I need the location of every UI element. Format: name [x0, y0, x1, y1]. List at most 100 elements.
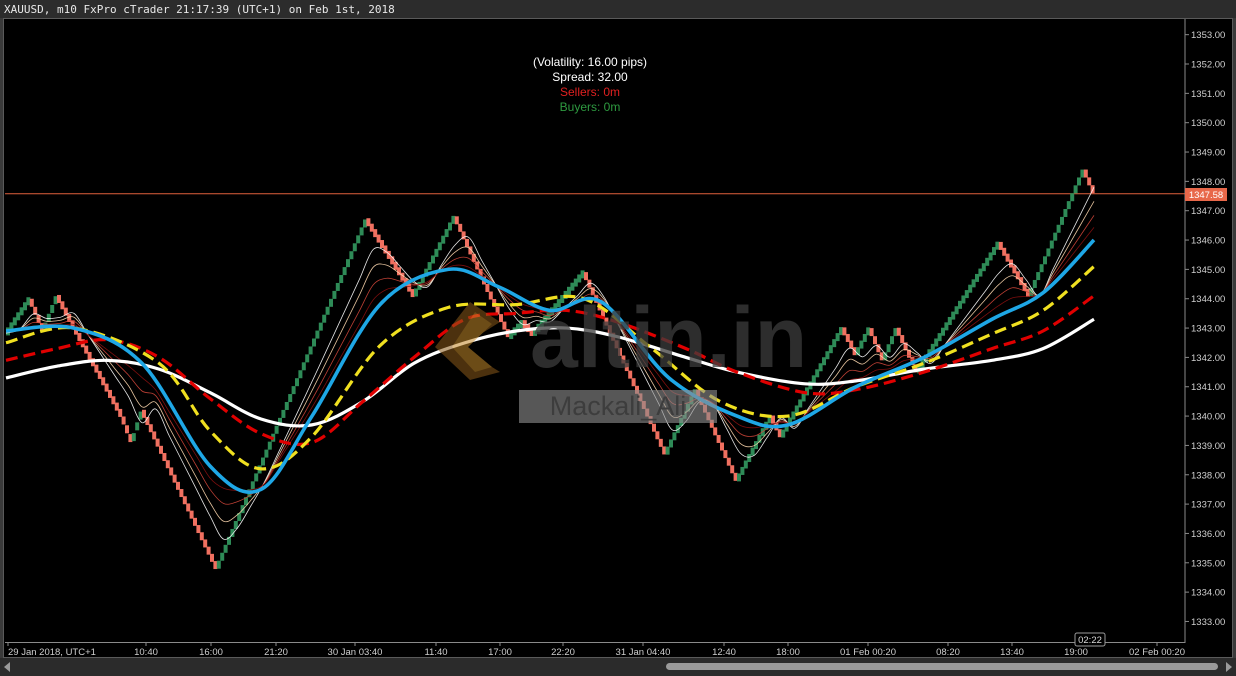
renko-brick: [305, 354, 310, 363]
price-tick-label: 1347.00: [1191, 206, 1225, 217]
price-tick-label: 1353.00: [1191, 30, 1225, 41]
renko-brick: [240, 505, 245, 514]
renko-brick: [332, 290, 337, 299]
price-tick-label: 1341.00: [1191, 382, 1225, 393]
renko-brick: [172, 474, 177, 483]
renko-brick: [1043, 256, 1047, 265]
renko-brick: [322, 314, 327, 323]
renko-brick: [900, 335, 905, 344]
renko-brick: [1056, 224, 1061, 233]
price-tick-label: 1337.00: [1191, 500, 1225, 511]
renko-brick: [274, 425, 279, 434]
renko-brick: [1032, 279, 1037, 288]
renko-brick: [349, 251, 354, 260]
price-tick-label: 1338.00: [1191, 470, 1225, 481]
time-tick-label: 17:00: [488, 647, 512, 657]
renko-brick: [1046, 248, 1051, 257]
chart-title-bar: XAUUSD, m10 FxPro cTrader 21:17:39 (UTC+…: [0, 0, 1236, 18]
watermark-logo-icon: [435, 302, 500, 380]
chart-title: XAUUSD, m10 FxPro cTrader 21:17:39 (UTC+…: [4, 3, 395, 16]
watermark-logo-text: altin.in: [530, 292, 807, 382]
renko-brick: [159, 445, 163, 454]
price-tick-label: 1336.00: [1191, 529, 1225, 540]
renko-brick: [713, 427, 718, 436]
renko-brick: [342, 267, 347, 276]
renko-brick: [730, 465, 735, 474]
renko-brick: [1053, 232, 1058, 241]
renko-brick: [726, 457, 731, 466]
price-tick-label: 1334.00: [1191, 588, 1225, 599]
renko-brick: [210, 553, 214, 562]
time-ticks: 29 Jan 2018, UTC+1 10:40 16:00 21:20 30 Jan …: [7, 642, 1185, 657]
renko-brick: [169, 467, 174, 476]
renko-brick: [1073, 185, 1078, 194]
renko-brick: [298, 370, 303, 379]
renko-brick: [1060, 216, 1064, 225]
renko-brick: [1070, 193, 1075, 202]
renko-brick: [1063, 208, 1068, 217]
renko-brick: [206, 546, 211, 555]
spread-text: Spread: 32.00: [552, 70, 628, 84]
time-tick-label: 13:40: [1000, 647, 1024, 657]
renko-brick: [1066, 201, 1071, 210]
renko-brick: [220, 552, 225, 561]
renko-brick: [223, 544, 228, 553]
renko-brick: [655, 431, 660, 440]
renko-brick: [148, 424, 153, 433]
renko-brick: [716, 434, 721, 443]
renko-brick: [873, 336, 877, 345]
renko-brick: [176, 481, 180, 490]
renko-brick: [193, 517, 197, 526]
renko-brick: [720, 442, 724, 451]
price-tick-label: 1342.00: [1191, 353, 1225, 364]
renko-brick: [284, 401, 289, 410]
scroll-left-arrow-icon[interactable]: [4, 662, 10, 672]
renko-brick: [288, 394, 293, 403]
horizontal-scrollbar[interactable]: [0, 658, 1236, 676]
time-tick-label: 31 Jan 04:40: [616, 647, 671, 657]
renko-brick: [312, 338, 316, 347]
renko-brick: [165, 460, 170, 469]
time-tick-label: 01 Feb 00:20: [840, 647, 896, 657]
renko-brick: [665, 446, 670, 455]
current-price-label: 1347.58: [1185, 188, 1227, 201]
renko-brick: [658, 438, 663, 447]
watermark-username: Mackali_Ali: [519, 390, 717, 423]
time-tick-label: 29 Jan 2018, UTC+1: [8, 647, 96, 657]
renko-brick: [485, 283, 490, 292]
renko-brick: [179, 489, 184, 498]
renko-brick: [125, 425, 129, 434]
renko-brick: [669, 439, 673, 448]
renko-brick: [291, 386, 296, 395]
time-tick-label: 21:20: [264, 647, 288, 657]
watermark-logo: altin.in: [435, 292, 807, 382]
renko-brick: [886, 344, 891, 353]
renko-brick: [250, 481, 255, 490]
renko-brick: [203, 539, 208, 548]
price-tick-label: 1346.00: [1191, 236, 1225, 247]
renko-brick: [652, 423, 656, 432]
scrollbar-thumb[interactable]: [666, 663, 1218, 670]
renko-brick: [308, 346, 313, 355]
renko-brick: [295, 378, 299, 387]
time-tick-label: 02 Feb 00:20: [1129, 647, 1185, 657]
renko-brick: [182, 496, 187, 505]
scroll-right-arrow-icon[interactable]: [1226, 662, 1232, 672]
renko-brick: [189, 510, 194, 519]
time-tick-label: 18:00: [776, 647, 800, 657]
volatility-info-box: (Volatility: 16.00 pips) Spread: 32.00 S…: [490, 55, 690, 115]
time-tick-label: 10:40: [134, 647, 158, 657]
price-tick-label: 1351.00: [1191, 89, 1225, 100]
renko-brick: [346, 259, 350, 268]
renko-brick: [216, 560, 221, 569]
renko-brick: [261, 457, 265, 466]
renko-brick: [254, 473, 259, 482]
renko-brick: [1039, 264, 1044, 273]
renko-brick: [1036, 272, 1041, 281]
renko-brick: [50, 304, 55, 313]
price-tick-label: 1340.00: [1191, 412, 1225, 423]
price-tick-label: 1345.00: [1191, 265, 1225, 276]
renko-brick: [458, 223, 463, 232]
time-tick-label: 16:00: [199, 647, 223, 657]
renko-brick: [329, 298, 333, 307]
